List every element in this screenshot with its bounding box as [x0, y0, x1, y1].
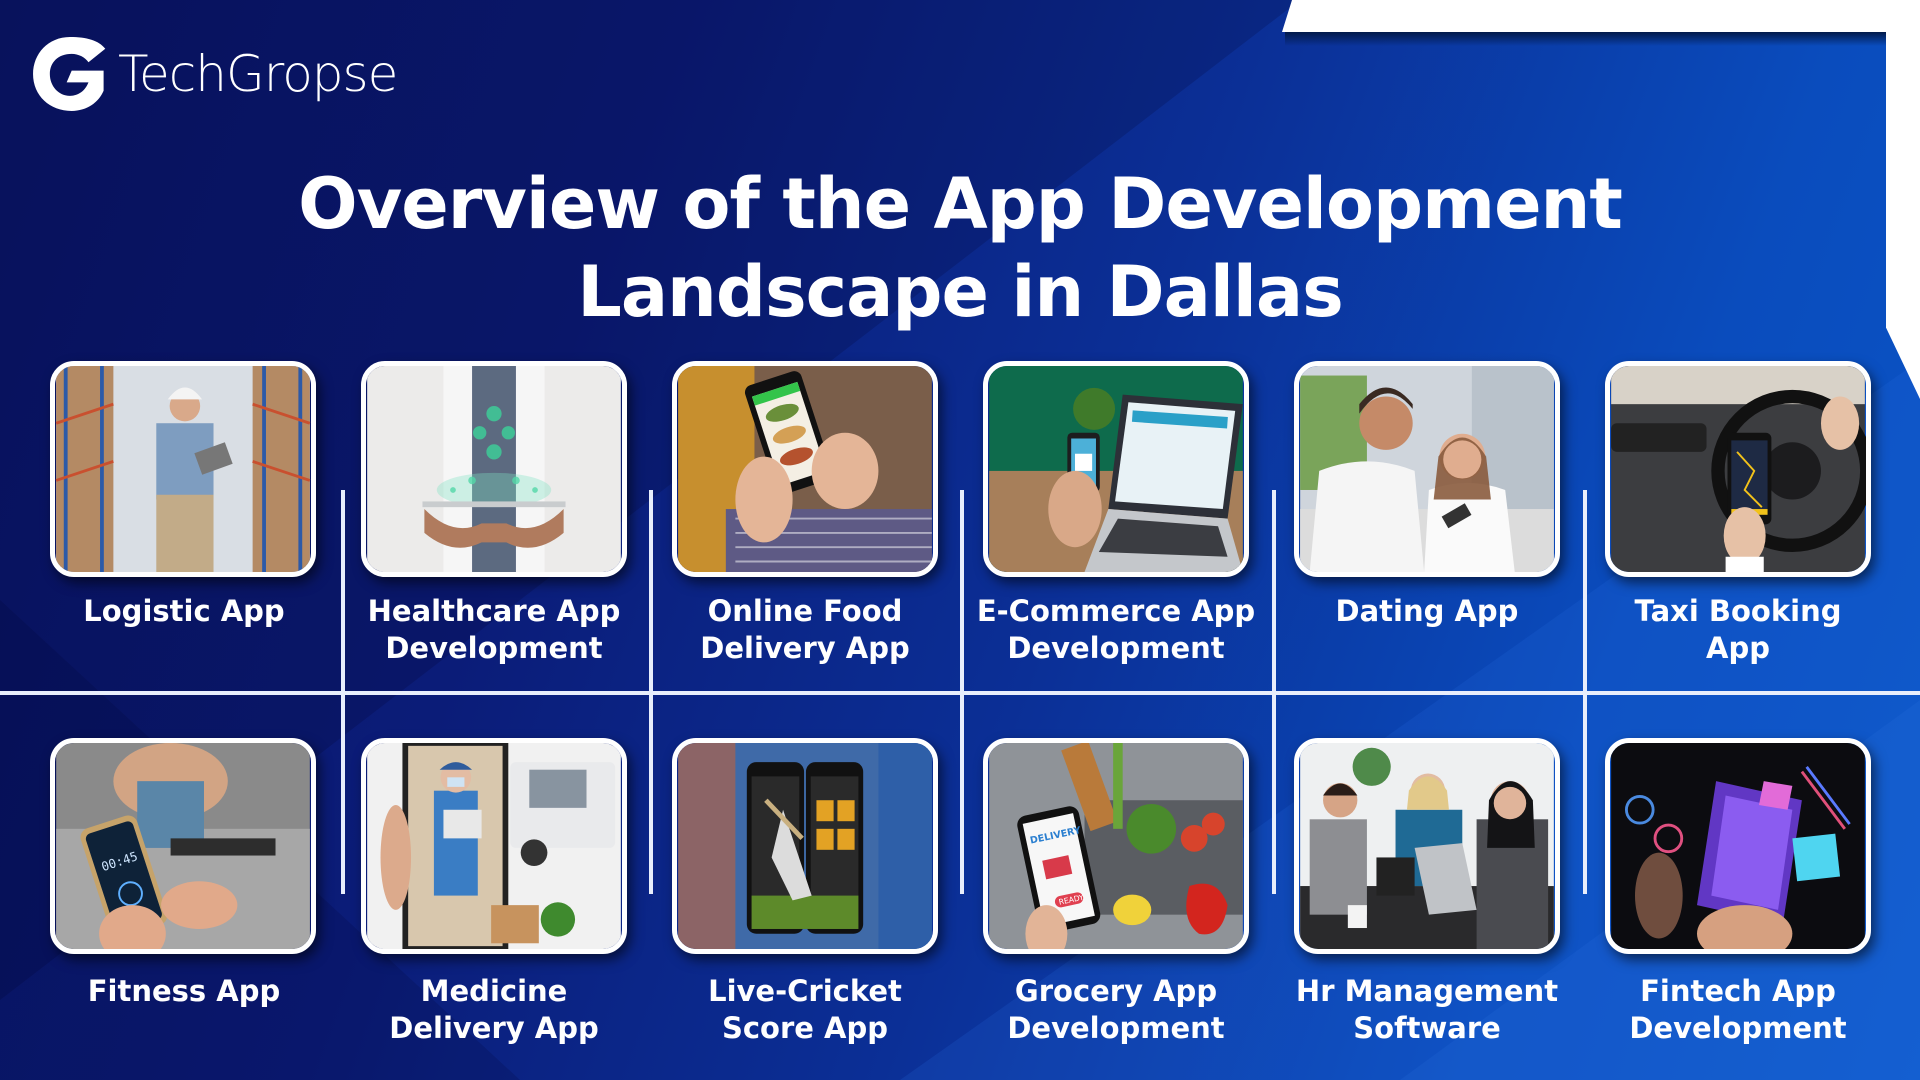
warehouse-worker-image	[55, 366, 311, 572]
medicine-delivery-app-label: Medicine Delivery App	[389, 974, 599, 1045]
fitness-phone-image: 00:45	[56, 743, 310, 949]
driver-navigation-image	[1611, 366, 1866, 572]
corner-accent-shadow	[1285, 32, 1886, 46]
fintech-app-card[interactable]	[1605, 738, 1871, 954]
brand-name: TechGropse	[118, 45, 398, 103]
doctor-tablet-image	[367, 366, 621, 572]
live-cricket-app-card[interactable]	[672, 738, 938, 954]
fintech-hologram-image	[1611, 743, 1865, 949]
taxi-booking-app-card[interactable]	[1605, 361, 1871, 577]
page-title: Overview of the App Development Landscap…	[0, 160, 1920, 336]
healthcare-app-card[interactable]	[361, 361, 627, 577]
brand-logo[interactable]: TechGropse	[28, 32, 398, 116]
food-delivery-app-label: Online Food Delivery App	[700, 594, 910, 665]
medicine-delivery-app-card[interactable]	[361, 738, 627, 954]
fitness-app-label: Fitness App	[87, 974, 281, 1008]
column-divider	[649, 490, 653, 894]
column-divider	[341, 490, 345, 894]
hr-management-card[interactable]	[1294, 738, 1560, 954]
title-line-1: Overview of the App Development	[298, 163, 1623, 245]
grocery-app-label: Grocery App Development	[1007, 974, 1225, 1045]
title-line-2: Landscape in Dallas	[577, 251, 1344, 333]
office-team-image	[1300, 743, 1554, 949]
ecommerce-app-label: E-Commerce App Development	[976, 594, 1256, 665]
column-divider	[1583, 490, 1587, 894]
logistic-app-card[interactable]	[50, 361, 316, 577]
laptop-shop-image	[989, 366, 1243, 572]
medicine-delivery-image	[367, 743, 621, 949]
food-delivery-phone-image	[678, 366, 932, 572]
corner-accent-top	[1282, 0, 1920, 32]
cricket-phones-image	[678, 743, 932, 949]
dating-app-label: Dating App	[1335, 594, 1519, 628]
couple-phone-image	[1300, 366, 1554, 572]
grocery-app-card[interactable]: DELIVERY READY	[983, 738, 1249, 954]
column-divider	[1272, 490, 1276, 894]
dating-app-card[interactable]	[1294, 361, 1560, 577]
logistic-app-label: Logistic App	[83, 594, 285, 628]
hr-management-label: Hr Management Software	[1295, 974, 1559, 1045]
fitness-app-card[interactable]: 00:45	[50, 738, 316, 954]
healthcare-app-label: Healthcare App Development	[367, 594, 621, 665]
ecommerce-app-card[interactable]	[983, 361, 1249, 577]
taxi-booking-app-label: Taxi Booking App	[1634, 594, 1842, 665]
live-cricket-app-label: Live-Cricket Score App	[708, 974, 902, 1045]
column-divider	[960, 490, 964, 894]
food-delivery-app-card[interactable]	[672, 361, 938, 577]
fintech-app-label: Fintech App Development	[1629, 974, 1847, 1045]
grocery-basket-image: DELIVERY READY	[989, 743, 1243, 949]
g-logo-icon	[33, 37, 106, 111]
